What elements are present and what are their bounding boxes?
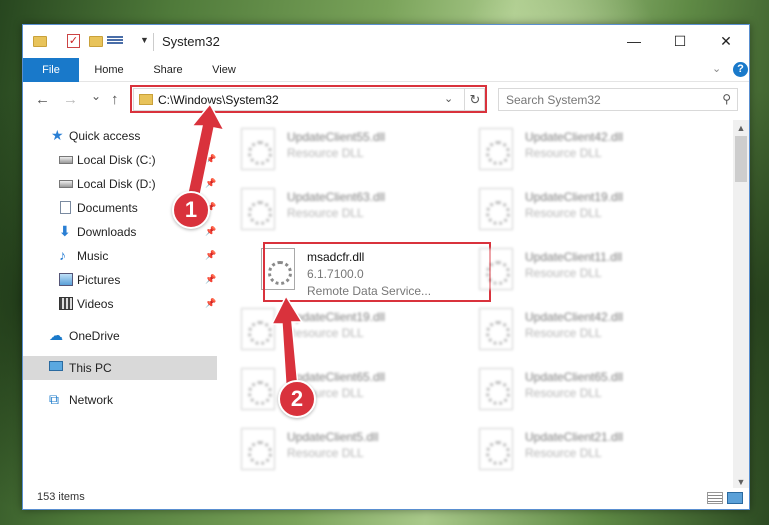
arrow-2 <box>270 294 304 389</box>
step-1-badge: 1 <box>172 191 210 229</box>
annotation-arrows <box>187 102 304 389</box>
step-2-badge: 2 <box>278 380 316 418</box>
arrow-1 <box>187 102 226 197</box>
